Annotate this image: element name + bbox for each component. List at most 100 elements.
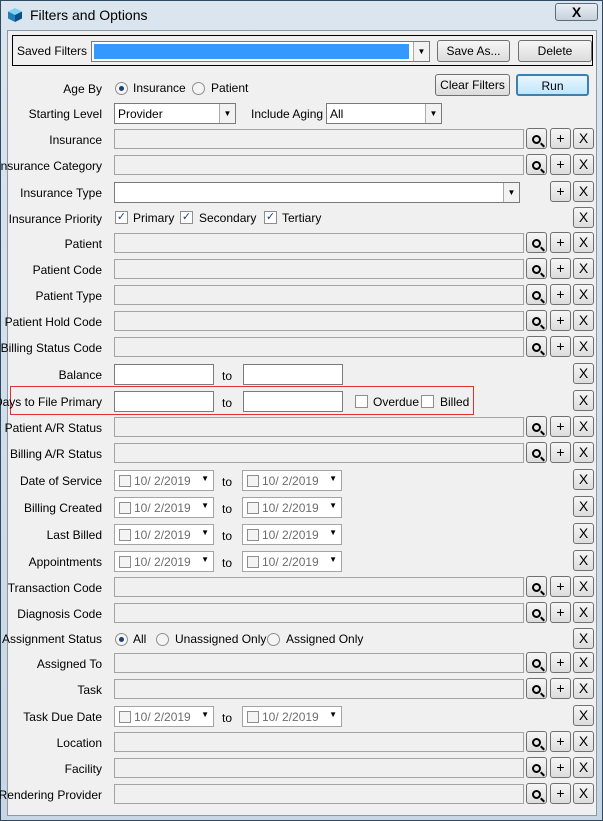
facility-clear-button[interactable]: X [573, 757, 594, 778]
task-due-date-clear-button[interactable]: X [573, 705, 594, 726]
billing-status-code-add-button[interactable]: + [550, 336, 571, 357]
date-checkbox[interactable] [247, 529, 259, 541]
insurance-type-select[interactable]: ▼ [114, 182, 520, 203]
billing-ar-status-add-button[interactable]: + [550, 442, 571, 463]
close-button[interactable]: X [555, 3, 598, 21]
last-billed-to-picker[interactable]: 10/ 2/2019 ▼ [242, 524, 342, 545]
rendering-provider-add-button[interactable]: + [550, 783, 571, 804]
date-checkbox[interactable] [119, 529, 131, 541]
chevron-down-icon[interactable]: ▼ [201, 528, 209, 537]
location-field[interactable] [114, 732, 524, 752]
date-checkbox[interactable] [247, 475, 259, 487]
location-add-button[interactable]: + [550, 731, 571, 752]
patient-search-button[interactable] [526, 232, 547, 253]
primary-checkbox[interactable]: ✓ [115, 211, 128, 224]
date-checkbox[interactable] [247, 556, 259, 568]
chevron-down-icon[interactable]: ▼ [219, 104, 235, 123]
billing-created-clear-button[interactable]: X [573, 496, 594, 517]
chevron-down-icon[interactable]: ▼ [201, 710, 209, 719]
date-of-service-from-picker[interactable]: 10/ 2/2019 ▼ [114, 470, 214, 491]
starting-level-select[interactable]: Provider ▼ [114, 103, 236, 124]
patient-ar-status-field[interactable] [114, 417, 524, 437]
days-to-file-from-field[interactable] [114, 391, 214, 412]
chevron-down-icon[interactable]: ▼ [329, 555, 337, 564]
task-clear-button[interactable]: X [573, 678, 594, 699]
appointments-from-picker[interactable]: 10/ 2/2019 ▼ [114, 551, 214, 572]
rendering-provider-search-button[interactable] [526, 783, 547, 804]
date-checkbox[interactable] [119, 475, 131, 487]
include-aging-select[interactable]: All ▼ [326, 103, 442, 124]
patient-hold-code-add-button[interactable]: + [550, 310, 571, 331]
billing-ar-status-search-button[interactable] [526, 442, 547, 463]
assignment-assigned-radio[interactable] [267, 633, 280, 646]
facility-search-button[interactable] [526, 757, 547, 778]
location-search-button[interactable] [526, 731, 547, 752]
patient-type-search-button[interactable] [526, 284, 547, 305]
transaction-code-search-button[interactable] [526, 576, 547, 597]
tertiary-checkbox[interactable]: ✓ [264, 211, 277, 224]
insurance-search-button[interactable] [526, 128, 547, 149]
insurance-type-add-button[interactable]: + [550, 181, 571, 202]
insurance-priority-clear-button[interactable]: X [573, 207, 594, 228]
patient-ar-status-clear-button[interactable]: X [573, 416, 594, 437]
patient-type-add-button[interactable]: + [550, 284, 571, 305]
patient-code-add-button[interactable]: + [550, 258, 571, 279]
assignment-all-radio[interactable] [115, 633, 128, 646]
patient-hold-code-field[interactable] [114, 311, 524, 331]
chevron-down-icon[interactable]: ▼ [201, 501, 209, 510]
chevron-down-icon[interactable]: ▼ [329, 501, 337, 510]
insurance-add-button[interactable]: + [550, 128, 571, 149]
transaction-code-clear-button[interactable]: X [573, 576, 594, 597]
insurance-category-add-button[interactable]: + [550, 154, 571, 175]
facility-field[interactable] [114, 758, 524, 778]
chevron-down-icon[interactable]: ▼ [329, 710, 337, 719]
assigned-to-search-button[interactable] [526, 652, 547, 673]
delete-button[interactable]: Delete [518, 40, 592, 62]
date-checkbox[interactable] [247, 711, 259, 723]
days-to-file-to-field[interactable] [243, 391, 343, 412]
chevron-down-icon[interactable]: ▼ [425, 104, 441, 123]
transaction-code-add-button[interactable]: + [550, 576, 571, 597]
billing-status-code-field[interactable] [114, 337, 524, 357]
task-field[interactable] [114, 679, 524, 699]
last-billed-from-picker[interactable]: 10/ 2/2019 ▼ [114, 524, 214, 545]
patient-type-field[interactable] [114, 285, 524, 305]
assigned-to-field[interactable] [114, 653, 524, 673]
insurance-clear-button[interactable]: X [573, 128, 594, 149]
secondary-checkbox[interactable]: ✓ [180, 211, 193, 224]
billing-status-code-clear-button[interactable]: X [573, 336, 594, 357]
task-search-button[interactable] [526, 678, 547, 699]
chevron-down-icon[interactable]: ▼ [201, 555, 209, 564]
appointments-to-picker[interactable]: 10/ 2/2019 ▼ [242, 551, 342, 572]
date-checkbox[interactable] [247, 502, 259, 514]
date-of-service-clear-button[interactable]: X [573, 469, 594, 490]
diagnosis-code-search-button[interactable] [526, 602, 547, 623]
rendering-provider-clear-button[interactable]: X [573, 783, 594, 804]
patient-clear-button[interactable]: X [573, 232, 594, 253]
chevron-down-icon[interactable]: ▼ [329, 474, 337, 483]
patient-type-clear-button[interactable]: X [573, 284, 594, 305]
last-billed-clear-button[interactable]: X [573, 523, 594, 544]
chevron-down-icon[interactable]: ▼ [329, 528, 337, 537]
patient-hold-code-clear-button[interactable]: X [573, 310, 594, 331]
date-checkbox[interactable] [119, 556, 131, 568]
diagnosis-code-field[interactable] [114, 603, 524, 623]
patient-code-clear-button[interactable]: X [573, 258, 594, 279]
patient-ar-status-search-button[interactable] [526, 416, 547, 437]
diagnosis-code-add-button[interactable]: + [550, 602, 571, 623]
billing-ar-status-field[interactable] [114, 443, 524, 463]
location-clear-button[interactable]: X [573, 731, 594, 752]
chevron-down-icon[interactable]: ▼ [201, 474, 209, 483]
chevron-down-icon[interactable]: ▼ [413, 42, 429, 61]
assigned-to-add-button[interactable]: + [550, 652, 571, 673]
insurance-category-field[interactable] [114, 155, 524, 175]
billed-checkbox[interactable] [421, 395, 434, 408]
insurance-type-clear-button[interactable]: X [573, 181, 594, 202]
insurance-category-clear-button[interactable]: X [573, 154, 594, 175]
overdue-checkbox[interactable] [355, 395, 368, 408]
age-by-patient-radio[interactable] [192, 82, 205, 95]
patient-hold-code-search-button[interactable] [526, 310, 547, 331]
facility-add-button[interactable]: + [550, 757, 571, 778]
task-due-date-to-picker[interactable]: 10/ 2/2019 ▼ [242, 706, 342, 727]
insurance-field[interactable] [114, 129, 524, 149]
